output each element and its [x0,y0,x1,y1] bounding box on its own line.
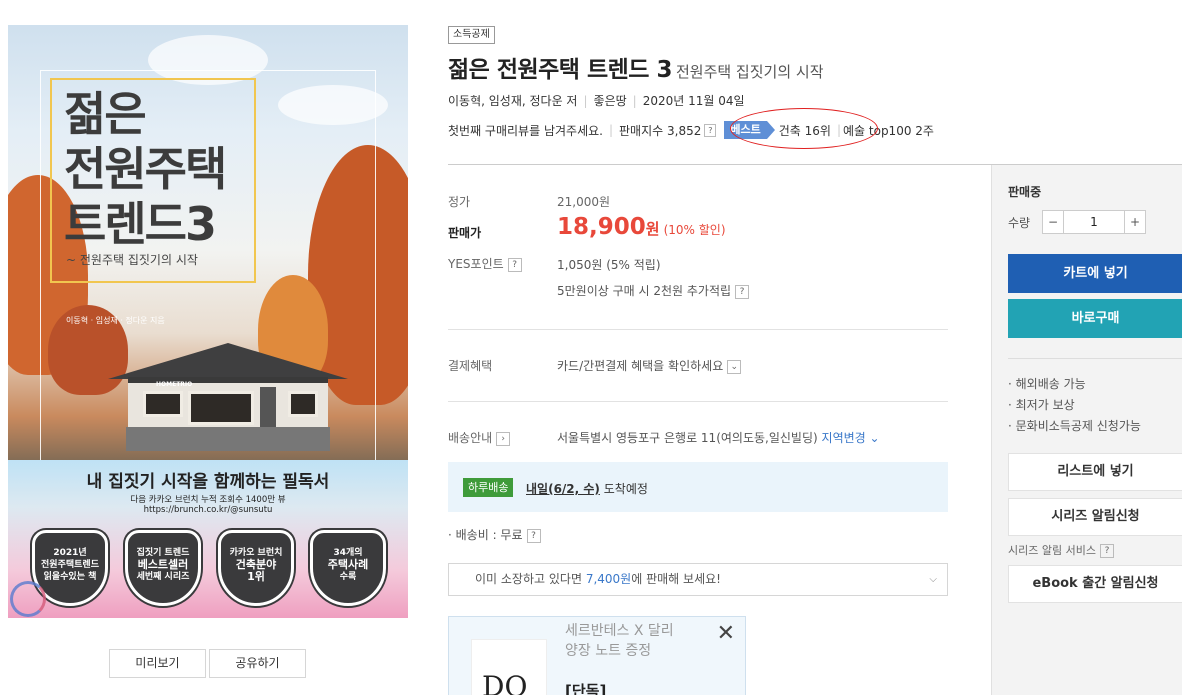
cover-badge: 집짓기 트렌드 베스트셀러 세번째 시리즈 [125,530,201,606]
cover-house-window [188,391,254,425]
sale-status: 판매중 [1008,185,1042,199]
quantity-label: 수량 [1008,216,1031,230]
annotation-oval [730,108,878,149]
sale-price: 18,900원 (10% 할인) [557,214,726,240]
cover-badge: 34개의 주택사례 수록 [310,530,386,606]
promo-text: 세르반테스 X 달리 양장 노트 증정 [565,623,674,659]
cover-subtitle: ~ 전원주택 집짓기의 시작 [66,253,198,267]
book-title: 젊은 전원주택 트렌드 3 [448,57,672,83]
sales-index: 판매지수 3,852 [619,123,702,138]
benefit-value[interactable]: 카드/간편결제 혜택을 확인하세요 ⌄ [557,357,742,374]
add-to-cart-button[interactable]: 카트에 넣기 [1008,254,1182,293]
cover-banner-line: 다음 카카오 브런치 누적 조회수 1400만 뷰 [130,495,286,505]
ebook-alert-button[interactable]: eBook 출간 알림신청 [1008,565,1182,603]
book-subtitle: 전원주택 집짓기의 시작 [675,63,824,81]
cover-banner-head: 내 집짓기 시작을 함께하는 필독서 [86,472,330,492]
preview-button[interactable]: 미리보기 [109,649,206,678]
help-icon[interactable]: ? [507,257,522,272]
help-icon[interactable]: ? [526,528,541,543]
service-item: · 해외배송 가능 [1008,377,1086,391]
service-item: · 문화비소득공제 신청가능 [1008,419,1141,433]
category-badge: 소득공제 [448,26,495,44]
divider [448,401,948,402]
cover-badge: 카카오 브런치 건축분야 1위 [218,530,294,606]
help-icon[interactable]: ? [735,284,750,299]
sell-back-dropdown[interactable]: 이미 소장하고 있다면 7,400원에 판매해 보세요! ⌵ [448,563,948,596]
shipping-label: 배송안내 › [448,429,511,446]
promo-banner[interactable]: DQ 세르반테스 X 달리 양장 노트 증정 [단독] ✕ [448,616,746,695]
publisher-link[interactable]: 좋은땅 [594,94,627,108]
purchase-side-panel: 판매중 수량 − 1 + 카트에 넣기 바로구매 · 해외배송 가능 · 최저가… [991,165,1182,695]
review-prompt-link[interactable]: 첫번째 구매리뷰를 남겨주세요. [448,122,603,139]
author-link[interactable]: 이동혁, 임성재, 정다운 저 [448,94,577,108]
close-icon[interactable]: ✕ [717,623,735,645]
sell-amount: 7,400원 [585,572,632,586]
cover-banner-url: https://brunch.co.kr/@sunsutu [143,505,273,515]
point-label: YES포인트? [448,255,522,272]
day-delivery-tag: 하루배송 [463,478,514,497]
page-title: 젊은 전원주택 트렌드 3 전원주택 집짓기의 시작 [448,50,824,84]
benefit-label: 결제혜택 [448,359,493,373]
divider [1008,358,1182,359]
chevron-right-icon[interactable]: › [496,431,511,446]
quantity-plus-button[interactable]: + [1124,210,1146,234]
quantity-stepper: − 1 + [1042,210,1146,234]
chevron-down-icon: ⌵ [929,574,937,585]
sale-price-unit: 원 [645,220,660,238]
add-to-list-button[interactable]: 리스트에 넣기 [1008,453,1182,491]
sale-price-number: 18,900 [557,214,646,240]
buy-now-button[interactable]: 바로구매 [1008,299,1182,338]
cover-house-door [260,387,276,427]
cd-disc-icon [10,581,46,617]
quantity-minus-button[interactable]: − [1042,210,1064,234]
discount-rate: (10% 할인) [663,223,726,237]
help-icon[interactable]: ? [1099,544,1114,558]
cover-house-window [288,391,318,417]
point-extra: 5만원이상 구매 시 2천원 추가적립? [557,282,750,299]
promo-title: [단독] [565,682,607,695]
promo-book-thumbnail: DQ [471,639,547,695]
shipping-fee: · 배송비 : 무료? [448,526,541,543]
cover-title: 젊은 전원주택 트렌드3 [64,87,227,251]
arrival-estimate: 내일(6/2, 수) 도착예정 [526,482,648,496]
book-cover-image[interactable]: 젊은 전원주택 트렌드3 ~ 전원주택 집짓기의 시작 이동혁 · 임성재 · … [8,25,408,618]
divider [448,329,948,330]
service-list: · 해외배송 가능 · 최저가 보상 · 문화비소득공제 신청가능 [1008,374,1141,437]
book-meta: 이동혁, 임성재, 정다운 저 | 좋은땅 | 2020년 11월 04일 [448,94,745,108]
cover-house-roof [108,343,348,379]
quantity-input[interactable]: 1 [1064,210,1124,234]
change-region-link[interactable]: 지역변경 ⌄ [822,431,880,445]
chevron-down-icon[interactable]: ⌄ [727,359,742,374]
list-price-value: 21,000원 [557,195,611,209]
point-value: 1,050원 (5% 적립) [557,258,661,272]
list-price-label: 정가 [448,195,471,209]
delivery-box: 하루배송 내일(6/2, 수) 도착예정 [448,462,948,512]
cover-brand: HOMETRIO [156,381,193,388]
cover-house-base [126,427,330,451]
cover-house-window [143,391,183,417]
info-icon[interactable]: ? [704,123,717,137]
service-item: · 최저가 보상 [1008,398,1075,412]
series-alert-note: 시리즈 알림 서비스? [1008,542,1114,558]
shipping-address: 서울특별시 영등포구 은행로 11(여의도동,일신빌딩) 지역변경 ⌄ [557,431,880,445]
sale-price-label: 판매가 [448,226,482,240]
publish-date: 2020년 11월 04일 [642,94,745,108]
arrival-date[interactable]: 내일(6/2, 수) [526,482,600,496]
share-button[interactable]: 공유하기 [209,649,306,678]
cover-authors: 이동혁 · 임성재 · 정다운 지음 [66,316,165,325]
series-alert-button[interactable]: 시리즈 알림신청 [1008,498,1182,536]
